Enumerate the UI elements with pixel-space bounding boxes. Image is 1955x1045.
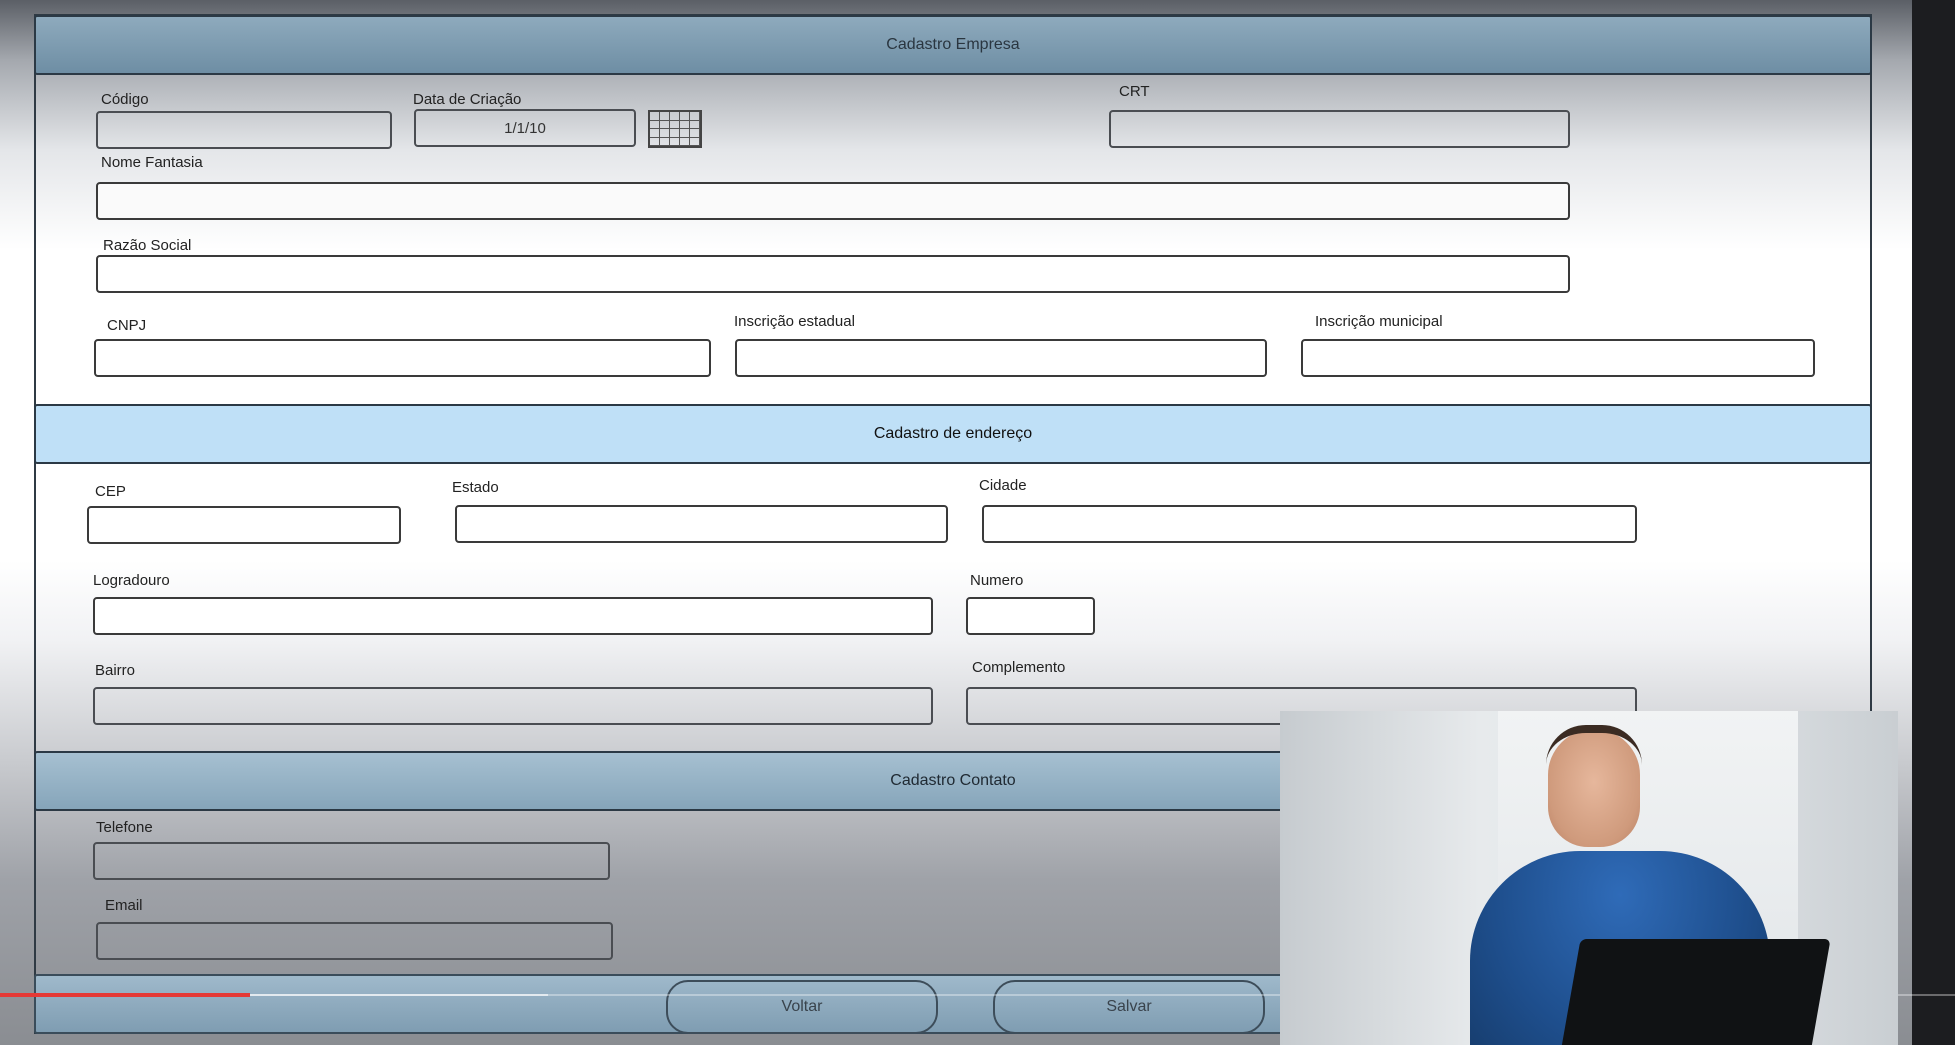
cep-label: CEP	[95, 483, 126, 500]
bairro-input[interactable]	[93, 687, 933, 725]
video-frame: Cadastro Empresa Código Data de Criação …	[0, 0, 1955, 1045]
crt-label: CRT	[1119, 83, 1150, 100]
codigo-label: Código	[101, 91, 149, 108]
email-label: Email	[105, 897, 143, 914]
complemento-label: Complemento	[972, 659, 1066, 676]
section-title-empresa: Cadastro Empresa	[886, 36, 1020, 53]
salvar-button[interactable]: Salvar	[993, 980, 1265, 1034]
estado-label: Estado	[452, 479, 499, 496]
numero-label: Numero	[970, 572, 1024, 589]
telefone-label: Telefone	[96, 819, 153, 836]
data-criacao-input[interactable]	[414, 109, 636, 147]
estado-input[interactable]	[455, 505, 948, 543]
nome-fantasia-label: Nome Fantasia	[101, 154, 203, 171]
cep-input[interactable]	[87, 506, 401, 544]
cnpj-input[interactable]	[94, 339, 711, 377]
video-side-strip	[1912, 0, 1955, 1045]
laptop	[1559, 939, 1831, 1045]
inscricao-estadual-label: Inscrição estadual	[734, 313, 855, 330]
inscricao-municipal-input[interactable]	[1301, 339, 1815, 377]
section-title-endereco: Cadastro de endereço	[873, 425, 1033, 442]
section-header-endereco: Cadastro de endereço	[34, 404, 1872, 464]
section-header-empresa: Cadastro Empresa	[34, 15, 1872, 75]
inscricao-estadual-input[interactable]	[735, 339, 1267, 377]
data-criacao-label: Data de Criação	[413, 91, 522, 108]
telefone-input[interactable]	[93, 842, 610, 880]
bairro-label: Bairro	[95, 662, 136, 679]
inscricao-municipal-label: Inscrição municipal	[1315, 313, 1443, 330]
logradouro-label: Logradouro	[93, 572, 170, 589]
razao-social-label: Razão Social	[103, 237, 192, 254]
voltar-button[interactable]: Voltar	[666, 980, 938, 1034]
cidade-label: Cidade	[979, 477, 1027, 494]
codigo-input[interactable]	[96, 111, 392, 149]
logradouro-input[interactable]	[93, 597, 933, 635]
nome-fantasia-input[interactable]	[96, 182, 1570, 220]
calendar-icon[interactable]	[648, 110, 702, 148]
section-title-contato: Cadastro Contato	[890, 772, 1016, 789]
email-input[interactable]	[96, 922, 613, 960]
cidade-input[interactable]	[982, 505, 1637, 543]
cnpj-label: CNPJ	[107, 317, 147, 334]
webcam-overlay	[1280, 711, 1898, 1045]
razao-social-input[interactable]	[96, 255, 1570, 293]
numero-input[interactable]	[966, 597, 1095, 635]
video-progress-fill	[0, 993, 251, 997]
crt-input[interactable]	[1109, 110, 1570, 148]
